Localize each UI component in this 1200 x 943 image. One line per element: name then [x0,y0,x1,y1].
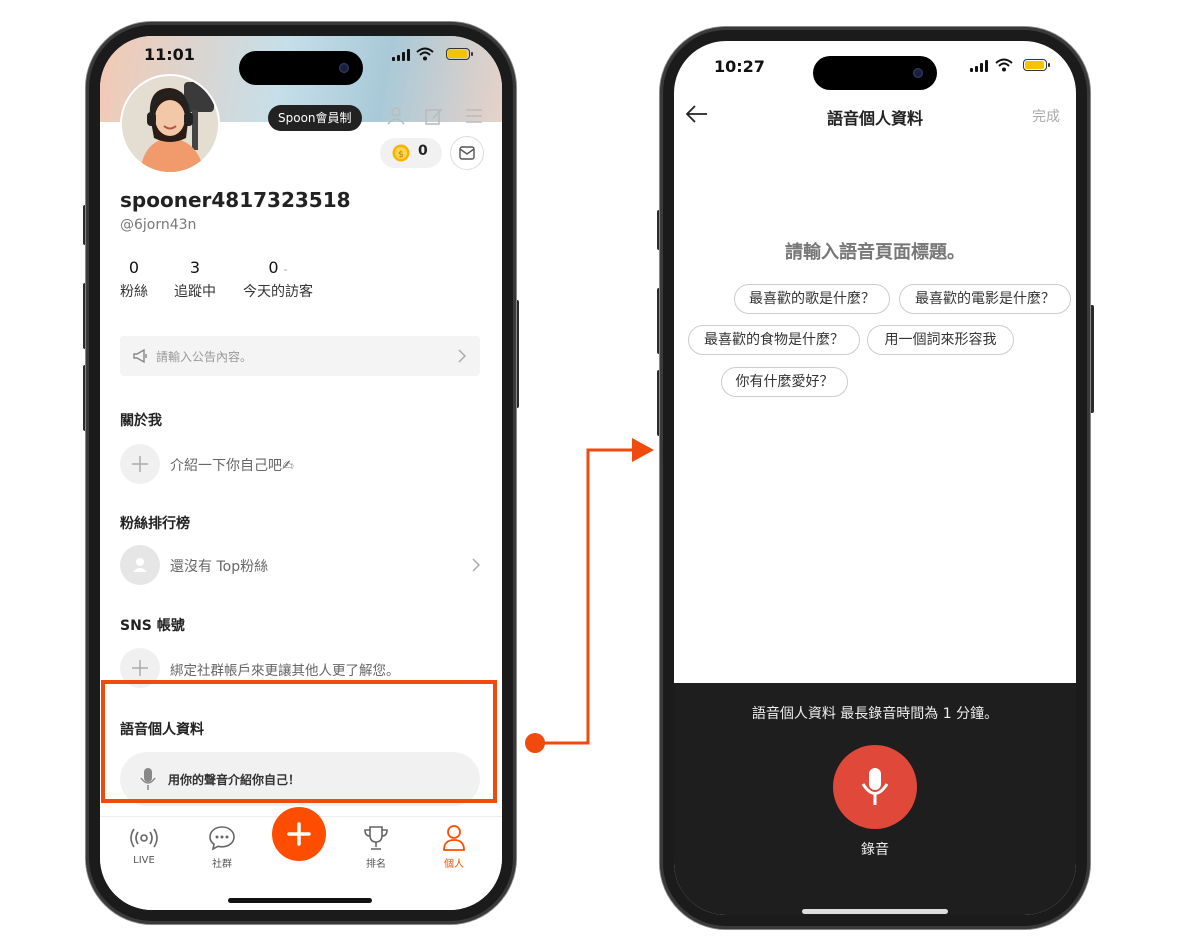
stat-following[interactable]: 3 追蹤中 [174,258,216,301]
signal-icon [392,49,410,61]
nav-profile[interactable]: 個人 [424,819,484,870]
avatar[interactable] [120,74,220,174]
edit-icon[interactable] [424,106,444,126]
home-indicator [802,909,948,914]
visitor-trend: - [283,263,288,276]
stat-label: 粉絲 [120,284,148,300]
plus-icon [132,660,148,676]
stat-value: 0 - [242,258,314,277]
wifi-icon [416,47,434,61]
trophy-icon [364,826,388,850]
live-icon [130,828,158,848]
sns-text[interactable]: 綁定社群帳戶來更讓其他人更了解您。 [170,659,400,679]
visitor-count: 0 [268,258,279,277]
membership-badge[interactable]: Spoon會員制 [268,105,362,131]
suggestion-chip[interactable]: 用一個詞來形容我 [867,325,1014,355]
record-label: 錄音 [861,842,889,858]
suggestion-chip[interactable]: 最喜歡的電影是什麼？ [899,284,1071,314]
page-title: 語音個人資料 [826,109,923,128]
recording-note: 語音個人資料 最長錄音時間為 1 分鐘。 [751,706,999,722]
title-prompt[interactable]: 請輸入語音頁面標題。 [674,238,1076,264]
status-time: 10:27 [714,57,765,76]
username: spooner4817323518 [120,188,351,212]
megaphone-icon [133,349,147,363]
stat-value: 0 [128,258,140,277]
nav-live[interactable]: LIVE [114,819,174,869]
fan-rank-title: 粉絲排行榜 [120,516,190,532]
user-handle: @6jorn43n [120,217,197,233]
signal-icon [970,60,988,72]
battery-icon [446,48,473,60]
suggestion-chip[interactable]: 最喜歡的食物是什麼？ [688,325,860,355]
avatar-image [122,76,218,172]
create-button[interactable] [272,807,326,861]
nav-community[interactable]: 社群 [192,819,252,870]
chat-icon [209,826,235,851]
stat-value: 3 [189,258,201,277]
chevron-right-icon [458,349,466,363]
home-indicator [228,898,372,903]
announcement-bar[interactable]: 請輸入公告內容。 [120,336,480,376]
plus-icon [132,456,148,472]
coin-count: 0 [418,143,428,159]
highlight-box [101,680,497,803]
wifi-icon [995,58,1013,72]
mail-icon [459,146,475,160]
nav-community-label: 社群 [212,859,232,870]
about-title: 關於我 [120,413,162,429]
nav-ranking[interactable]: 排名 [346,819,406,870]
fan-avatar-placeholder [120,545,160,585]
suggestion-chip[interactable]: 你有什麼愛好？ [721,367,848,397]
right-phone: 10:27 語音個人資料 完成 請輸入語音頁面標題。 最喜歡的歌是什麼？ 最喜歡… [660,27,1090,929]
stat-label: 追蹤中 [174,284,216,300]
svg-text:$: $ [398,150,404,160]
menu-icon[interactable] [464,108,484,124]
microphone-icon [861,768,889,805]
record-button[interactable] [833,745,917,829]
coin-balance[interactable]: $ 0 [380,138,442,168]
fan-rank-text[interactable]: 還沒有 Top粉絲 [170,556,268,576]
person-edit-icon[interactable] [386,106,406,126]
battery-icon [1023,59,1050,71]
chevron-right-icon[interactable] [472,558,480,572]
stat-followers[interactable]: 0 粉絲 [120,258,148,301]
nav-profile-label: 個人 [444,859,464,870]
dynamic-island [239,51,363,85]
sns-title: SNS 帳號 [120,618,185,634]
suggestion-chip[interactable]: 最喜歡的歌是什麼？ [734,284,890,314]
about-text[interactable]: 介紹一下你自己吧✍ [170,455,294,475]
plus-icon [287,822,311,846]
stat-visitors[interactable]: 0 - 今天的訪客 [242,258,314,301]
recording-panel: 語音個人資料 最長錄音時間為 1 分鐘。 錄音 [674,683,1076,915]
stat-label: 今天的訪客 [243,284,313,300]
right-screen: 10:27 語音個人資料 完成 請輸入語音頁面標題。 最喜歡的歌是什麼？ 最喜歡… [674,41,1076,915]
bottom-nav: LIVE 社群 排名 個人 [100,807,502,910]
announcement-placeholder: 請輸入公告內容。 [156,350,253,364]
dynamic-island [813,56,937,90]
coin-icon: $ [392,144,410,162]
done-button[interactable]: 完成 [1032,106,1060,126]
status-time: 11:01 [144,45,195,64]
person-icon [443,825,465,851]
nav-live-label: LIVE [133,855,155,866]
nav-ranking-label: 排名 [366,859,386,870]
mail-button[interactable] [450,136,484,170]
person-icon [133,558,147,572]
connector-arrow [525,438,654,753]
about-add-button[interactable] [120,444,160,484]
